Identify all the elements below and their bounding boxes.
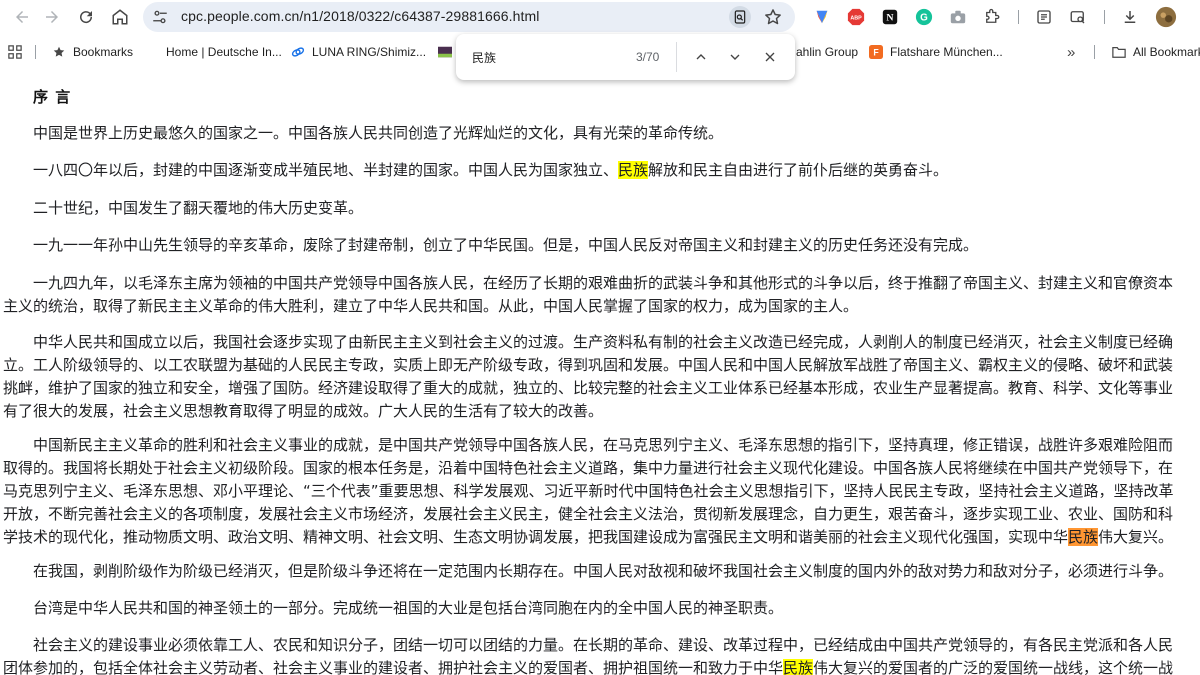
paragraph-line: 社会主义的建设事业必须依靠工人、农民和知识分子，团结一切可以团结的力量。在长期的… <box>33 636 1174 654</box>
text-segment: 伟大复兴的爱国者的广泛的爱国统一战线，这个统一战 <box>813 659 1174 675</box>
paragraph-8: 在我国，剥削阶级作为阶级已经消灭，但是阶级斗争还将在一定范围内长期存在。中国人民… <box>3 560 1199 583</box>
find-close-icon[interactable] <box>759 46 781 68</box>
reading-list-icon[interactable] <box>1034 7 1054 27</box>
paragraph-line: 挑衅，维护了国家的独立和安全，增强了国防。经济建设取得了重大的成就，独立的、比较… <box>3 379 1174 397</box>
paragraph-2: 一八四〇年以后，封建的中国逐渐变成半殖民地、半封建的国家。中国人民为国家独立、民… <box>3 159 1199 182</box>
svg-text:G: G <box>920 13 928 24</box>
back-arrow-icon[interactable] <box>10 5 34 29</box>
paragraph-line: 立。工人阶级领导的、以工农联盟为基础的人民民主专政，实质上即无产阶级专政，得到巩… <box>3 356 1174 374</box>
paragraph-line: 取得的。我国将长期处于社会主义初级阶段。国家的根本任务是，沿着中国特色社会主义道… <box>3 459 1174 477</box>
download-icon[interactable] <box>1120 7 1140 27</box>
text-segment: 学技术的现代化，推动物质文明、政治文明、精神文明、社会文明、生态文明协调发展，把… <box>3 528 1069 546</box>
section-heading: 序 言 <box>33 88 72 106</box>
active-search-highlight: 民族 <box>1068 528 1099 546</box>
page-content: 序 言 中国是世界上历史最悠久的国家之一。中国各族人民共同创造了光辉灿烂的文化，… <box>0 82 1200 675</box>
home-icon[interactable] <box>108 5 132 29</box>
bookmarks-divider <box>1094 45 1095 59</box>
paragraph-line: 在我国，剥削阶级作为阶级已经消灭，但是阶级斗争还将在一定范围内长期存在。中国人民… <box>33 562 1174 580</box>
bookmarks-label: Bookmarks <box>73 45 134 59</box>
paragraph-7: 中国新民主主义革命的胜利和社会主义事业的成就，是中国共产党领导中国各族人民，在马… <box>3 434 1199 549</box>
paragraph-10: 社会主义的建设事业必须依靠工人、农民和知识分子，团结一切可以团结的力量。在长期的… <box>3 634 1199 675</box>
paragraph-line: 一九四九年，以毛泽东主席为领袖的中国共产党领导中国各族人民，在经历了长期的艰难曲… <box>33 274 1174 292</box>
flatshare-favicon: F <box>869 45 883 59</box>
all-bookmarks-folder[interactable]: All Bookmark <box>1112 43 1200 61</box>
colorful-extension-icon[interactable] <box>812 7 832 27</box>
bookmarks-divider <box>35 45 36 59</box>
paragraph-line: 一八四〇年以后，封建的中国逐渐变成半殖民地、半封建的国家。中国人民为国家独立、民… <box>3 159 1199 182</box>
search-highlight: 民族 <box>618 161 649 179</box>
bookmarks-folder[interactable]: Bookmarks <box>52 43 133 61</box>
find-match-count: 3/70 <box>636 50 660 64</box>
bookmark-home-deutsche[interactable]: Home | Deutsche In... <box>145 43 282 61</box>
text-segment: 一八四〇年以后，封建的中国逐渐变成半殖民地、半封建的国家。中国人民为国家独立、 <box>33 161 619 179</box>
forward-arrow-icon[interactable] <box>40 5 64 29</box>
folder-icon <box>1112 45 1126 59</box>
address-bar[interactable]: cpc.people.com.cn/n1/2018/0322/c64387-29… <box>143 2 795 32</box>
paragraph-line: 开放，不断完善社会主义的各项制度，发展社会主义市场经济，发展社会主义民主，健全社… <box>3 505 1174 523</box>
site-info-icon[interactable] <box>151 8 169 26</box>
tab-search-icon[interactable] <box>1068 7 1088 27</box>
bookmark-flatshare[interactable]: F Flatshare München... <box>869 43 1003 61</box>
svg-text:F: F <box>873 48 879 58</box>
notion-extension-icon[interactable]: N <box>880 7 900 27</box>
find-input[interactable]: 民族 <box>472 49 496 66</box>
dark-favicon <box>438 45 452 59</box>
profile-avatar[interactable] <box>1154 5 1178 29</box>
paragraph-line: 学技术的现代化，推动物质文明、政治文明、精神文明、社会文明、生态文明协调发展，把… <box>3 526 1199 549</box>
paragraph-9: 台湾是中华人民共和国的神圣领土的一部分。完成统一祖国的大业是包括台湾同胞在内的全… <box>3 597 1199 620</box>
paragraph-line: 一九一一年孙中山先生领导的辛亥革命，废除了封建帝制，创立了中华民国。但是，中国人… <box>33 236 979 254</box>
text-segment: 伟大复兴。 <box>1098 528 1174 546</box>
toolbar-divider <box>1104 10 1105 24</box>
star-icon <box>52 45 66 59</box>
adblock-plus-icon[interactable]: ABP <box>846 7 866 27</box>
paragraph-line: 二十世纪，中国发生了翻天覆地的伟大历史变革。 <box>33 199 364 217</box>
bookmark-label: Flatshare München... <box>890 45 1003 59</box>
paragraph-3: 二十世纪，中国发生了翻天覆地的伟大历史变革。 <box>3 197 1199 220</box>
bookmarks-overflow-chevron[interactable]: » <box>1067 43 1075 61</box>
camera-icon[interactable] <box>948 7 968 27</box>
paragraph-5: 一九四九年，以毛泽东主席为领袖的中国共产党领导中国各族人民，在经历了长期的艰难曲… <box>3 272 1199 318</box>
url-text[interactable]: cpc.people.com.cn/n1/2018/0322/c64387-29… <box>181 8 539 24</box>
search-highlight: 民族 <box>783 659 814 675</box>
grammarly-icon[interactable]: G <box>914 7 934 27</box>
paragraph-line: 有了很大的发展，社会主义思想教育取得了明显的成效。广大人民的生活有了较大的改善。 <box>3 402 604 420</box>
bookmark-label: LUNA RING/Shimiz... <box>312 45 427 59</box>
bookmark-label: Home | Deutsche In... <box>166 45 282 59</box>
toolbar-divider <box>1018 10 1019 24</box>
paragraph-6: 中华人民共和国成立以后，我国社会逐步实现了由新民主主义到社会主义的过渡。生产资料… <box>3 331 1199 423</box>
svg-text:N: N <box>886 13 893 24</box>
paragraph-1: 中国是世界上历史最悠久的国家之一。中国各族人民共同创造了光辉灿烂的文化，具有光荣… <box>3 122 1199 145</box>
bookmark-label: ahlin Group <box>796 45 859 59</box>
paragraph-line: 团体参加的，包括全体社会主义劳动者、社会主义事业的建设者、拥护社会主义的爱国者、… <box>3 657 1199 675</box>
paragraph-line: 主义的统治，取得了新民主主义革命的伟大胜利，建立了中华人民共和国。从此，中国人民… <box>3 297 859 315</box>
all-bookmarks-label: All Bookmark <box>1133 45 1200 59</box>
bookmark-star-icon[interactable] <box>763 7 783 27</box>
link-chain-icon <box>291 45 305 59</box>
bookmark-luna-ring[interactable]: LUNA RING/Shimiz... <box>291 43 426 61</box>
browser-toolbar: cpc.people.com.cn/n1/2018/0322/c64387-29… <box>0 0 1200 34</box>
text-segment: 团体参加的，包括全体社会主义劳动者、社会主义事业的建设者、拥护社会主义的爱国者、… <box>3 659 784 675</box>
paragraph-line: 台湾是中华人民共和国的神圣领土的一部分。完成统一祖国的大业是包括台湾同胞在内的全… <box>33 599 784 617</box>
find-in-page-icon[interactable] <box>729 6 751 28</box>
text-segment: 解放和民主自由进行了前仆后继的英勇奋斗。 <box>648 161 949 179</box>
extensions-puzzle-icon[interactable] <box>982 7 1002 27</box>
blank-favicon <box>145 45 159 59</box>
find-bar: 民族 3/70 <box>456 34 795 80</box>
find-next-chevron-down-icon[interactable] <box>724 46 746 68</box>
paragraph-line: 中国新民主主义革命的胜利和社会主义事业的成就，是中国共产党领导中国各族人民，在马… <box>33 436 1174 454</box>
paragraph-line: 中国是世界上历史最悠久的国家之一。中国各族人民共同创造了光辉灿烂的文化，具有光荣… <box>33 124 724 142</box>
find-previous-chevron-up-icon[interactable] <box>690 46 712 68</box>
paragraph-4: 一九一一年孙中山先生领导的辛亥革命，废除了封建帝制，创立了中华民国。但是，中国人… <box>3 234 1199 257</box>
svg-text:ABP: ABP <box>850 16 862 22</box>
find-divider <box>676 42 677 72</box>
paragraph-line: 马克思列宁主义、毛泽东思想、邓小平理论、“三个代表”重要思想、科学发展观、习近平… <box>3 482 1174 500</box>
apps-grid-icon[interactable] <box>8 43 22 61</box>
bookmark-dahlin-group[interactable]: ahlin Group <box>796 43 858 61</box>
reload-icon[interactable] <box>74 5 98 29</box>
paragraph-line: 中华人民共和国成立以后，我国社会逐步实现了由新民主主义到社会主义的过渡。生产资料… <box>33 333 1174 351</box>
